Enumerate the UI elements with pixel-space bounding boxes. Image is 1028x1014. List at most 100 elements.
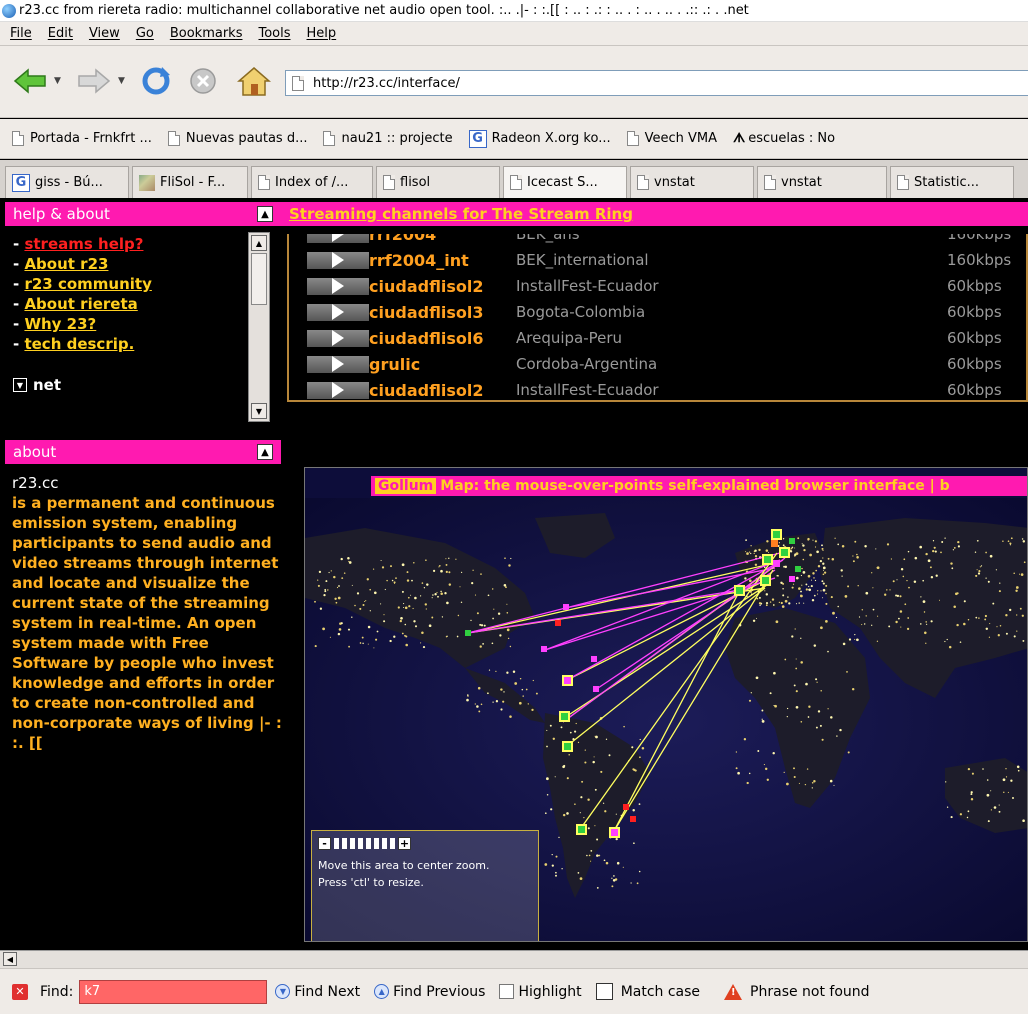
back-dropdown-icon[interactable]: ▼ (54, 76, 61, 86)
gollum-map[interactable]: Gollum Map: the mouse-over-points self-e… (304, 467, 1028, 942)
stream-node[interactable] (762, 554, 773, 565)
stream-node[interactable] (559, 711, 570, 722)
stop-button[interactable] (186, 64, 220, 98)
menu-file[interactable]: File (10, 26, 32, 41)
menu-go[interactable]: Go (136, 26, 154, 41)
stream-node[interactable] (593, 686, 599, 692)
tab-item[interactable]: FliSol - F... (132, 166, 248, 198)
scroll-down-icon[interactable]: ▼ (251, 403, 267, 419)
help-link-tech-descrip[interactable]: tech descrip. (24, 335, 134, 353)
zoom-area[interactable]: - + Move this area to center zoom. Press… (311, 830, 539, 941)
stream-name[interactable]: rrf2004 (369, 234, 436, 244)
collapse-icon[interactable]: ▲ (257, 206, 273, 222)
stream-node[interactable] (760, 575, 771, 586)
highlight-button[interactable]: Highlight (499, 984, 582, 1000)
play-icon[interactable] (307, 251, 369, 269)
tab-item[interactable]: flisol (376, 166, 500, 198)
play-icon[interactable] (307, 329, 369, 347)
play-icon[interactable] (307, 303, 369, 321)
zoom-step[interactable] (350, 838, 355, 849)
stream-node[interactable] (795, 566, 801, 572)
bookmark-item[interactable]: Veech VMA (626, 131, 717, 146)
zoom-out-button[interactable]: - (318, 837, 331, 850)
stream-name[interactable]: rrf2004_int (369, 251, 469, 270)
stream-name[interactable]: ciudadflisol3 (369, 303, 484, 322)
zoom-step[interactable] (334, 838, 339, 849)
zoom-in-button[interactable]: + (398, 837, 411, 850)
stream-name[interactable]: ciudadflisol2 (369, 381, 484, 400)
stream-node[interactable] (771, 540, 778, 547)
zoom-step[interactable] (342, 838, 347, 849)
zoom-step[interactable] (358, 838, 363, 849)
find-previous-button[interactable]: ▲ Find Previous (374, 984, 485, 1000)
menu-view[interactable]: View (89, 26, 120, 41)
bookmark-item[interactable]: Nuevas pautas d... (167, 131, 307, 146)
home-button[interactable] (234, 64, 274, 98)
stream-node[interactable] (779, 547, 790, 558)
help-scrollbar[interactable]: ▲ ▼ (248, 232, 270, 422)
stream-node[interactable] (773, 560, 780, 567)
stream-node[interactable] (623, 804, 629, 810)
zoom-step[interactable] (390, 838, 395, 849)
bookmark-item[interactable]: Portada - Frnkfrt ... (12, 131, 152, 146)
stream-node[interactable] (789, 538, 795, 544)
find-next-button[interactable]: ▼ Find Next (275, 984, 360, 1000)
scroll-up-icon[interactable]: ▲ (251, 235, 267, 251)
stream-node[interactable] (609, 827, 620, 838)
help-link-about-r23[interactable]: About r23 (24, 255, 108, 273)
net-toggle[interactable]: ▼ net (13, 376, 61, 394)
scroll-thumb[interactable] (251, 253, 267, 305)
menu-tools[interactable]: Tools (258, 26, 290, 41)
stream-node[interactable] (591, 656, 597, 662)
bookmark-item[interactable]: nau21 :: projecte (323, 131, 453, 146)
stream-node[interactable] (734, 585, 745, 596)
play-icon[interactable] (307, 277, 369, 295)
bookmark-item[interactable]: ᗑ escuelas : No (733, 131, 835, 146)
menu-bookmarks[interactable]: Bookmarks (170, 26, 243, 41)
tab-item[interactable]: vnstat (757, 166, 887, 198)
collapse-icon[interactable]: ▲ (257, 444, 273, 460)
stream-node[interactable] (771, 529, 782, 540)
forward-button[interactable] (76, 64, 112, 98)
horizontal-scrollbar[interactable]: ◀ (0, 950, 1028, 968)
help-link-streams-help[interactable]: streams help? (24, 235, 143, 253)
forward-dropdown-icon[interactable]: ▼ (118, 76, 125, 86)
tab-item[interactable]: Index of /... (251, 166, 373, 198)
help-link-why-23[interactable]: Why 23? (24, 315, 96, 333)
url-bar[interactable]: http://r23.cc/interface/ (285, 70, 1028, 96)
bookmark-item[interactable]: G Radeon X.org ko... (468, 129, 611, 148)
stream-node[interactable] (630, 816, 636, 822)
help-link-r23-community[interactable]: r23 community (24, 275, 151, 293)
back-button[interactable] (12, 64, 48, 98)
help-link-about-riereta[interactable]: About riereta (24, 295, 137, 313)
stream-node[interactable] (562, 741, 573, 752)
play-icon[interactable] (307, 234, 369, 243)
stream-name[interactable]: grulic (369, 355, 420, 374)
reload-button[interactable] (138, 64, 174, 98)
streams-title-link[interactable]: Streaming channels for The Stream Ring (289, 205, 633, 223)
close-find-icon[interactable]: ✕ (12, 983, 28, 1000)
stream-node[interactable] (555, 620, 561, 626)
zoom-step[interactable] (382, 838, 387, 849)
menu-help[interactable]: Help (307, 26, 337, 41)
stream-node[interactable] (789, 576, 795, 582)
zoom-step[interactable] (374, 838, 379, 849)
match-case-checkbox[interactable]: Match case (595, 983, 700, 1000)
tab-item-active[interactable]: Icecast S... (503, 166, 627, 198)
tab-item[interactable]: Ggiss - Bú... (5, 166, 129, 198)
menu-edit[interactable]: Edit (48, 26, 73, 41)
tab-item[interactable]: vnstat (630, 166, 754, 198)
gollum-link[interactable]: Gollum (375, 478, 437, 494)
play-icon[interactable] (307, 355, 369, 373)
scroll-left-icon[interactable]: ◀ (3, 952, 17, 966)
tab-item[interactable]: Statistic... (890, 166, 1014, 198)
stream-name[interactable]: ciudadflisol6 (369, 329, 484, 348)
stream-node[interactable] (541, 646, 547, 652)
stream-node[interactable] (465, 630, 471, 636)
find-input[interactable] (79, 979, 268, 1004)
stream-node[interactable] (563, 604, 569, 610)
stream-node[interactable] (576, 824, 587, 835)
stream-name[interactable]: ciudadflisol2 (369, 277, 484, 296)
zoom-step[interactable] (366, 838, 371, 849)
play-icon[interactable] (307, 381, 369, 399)
